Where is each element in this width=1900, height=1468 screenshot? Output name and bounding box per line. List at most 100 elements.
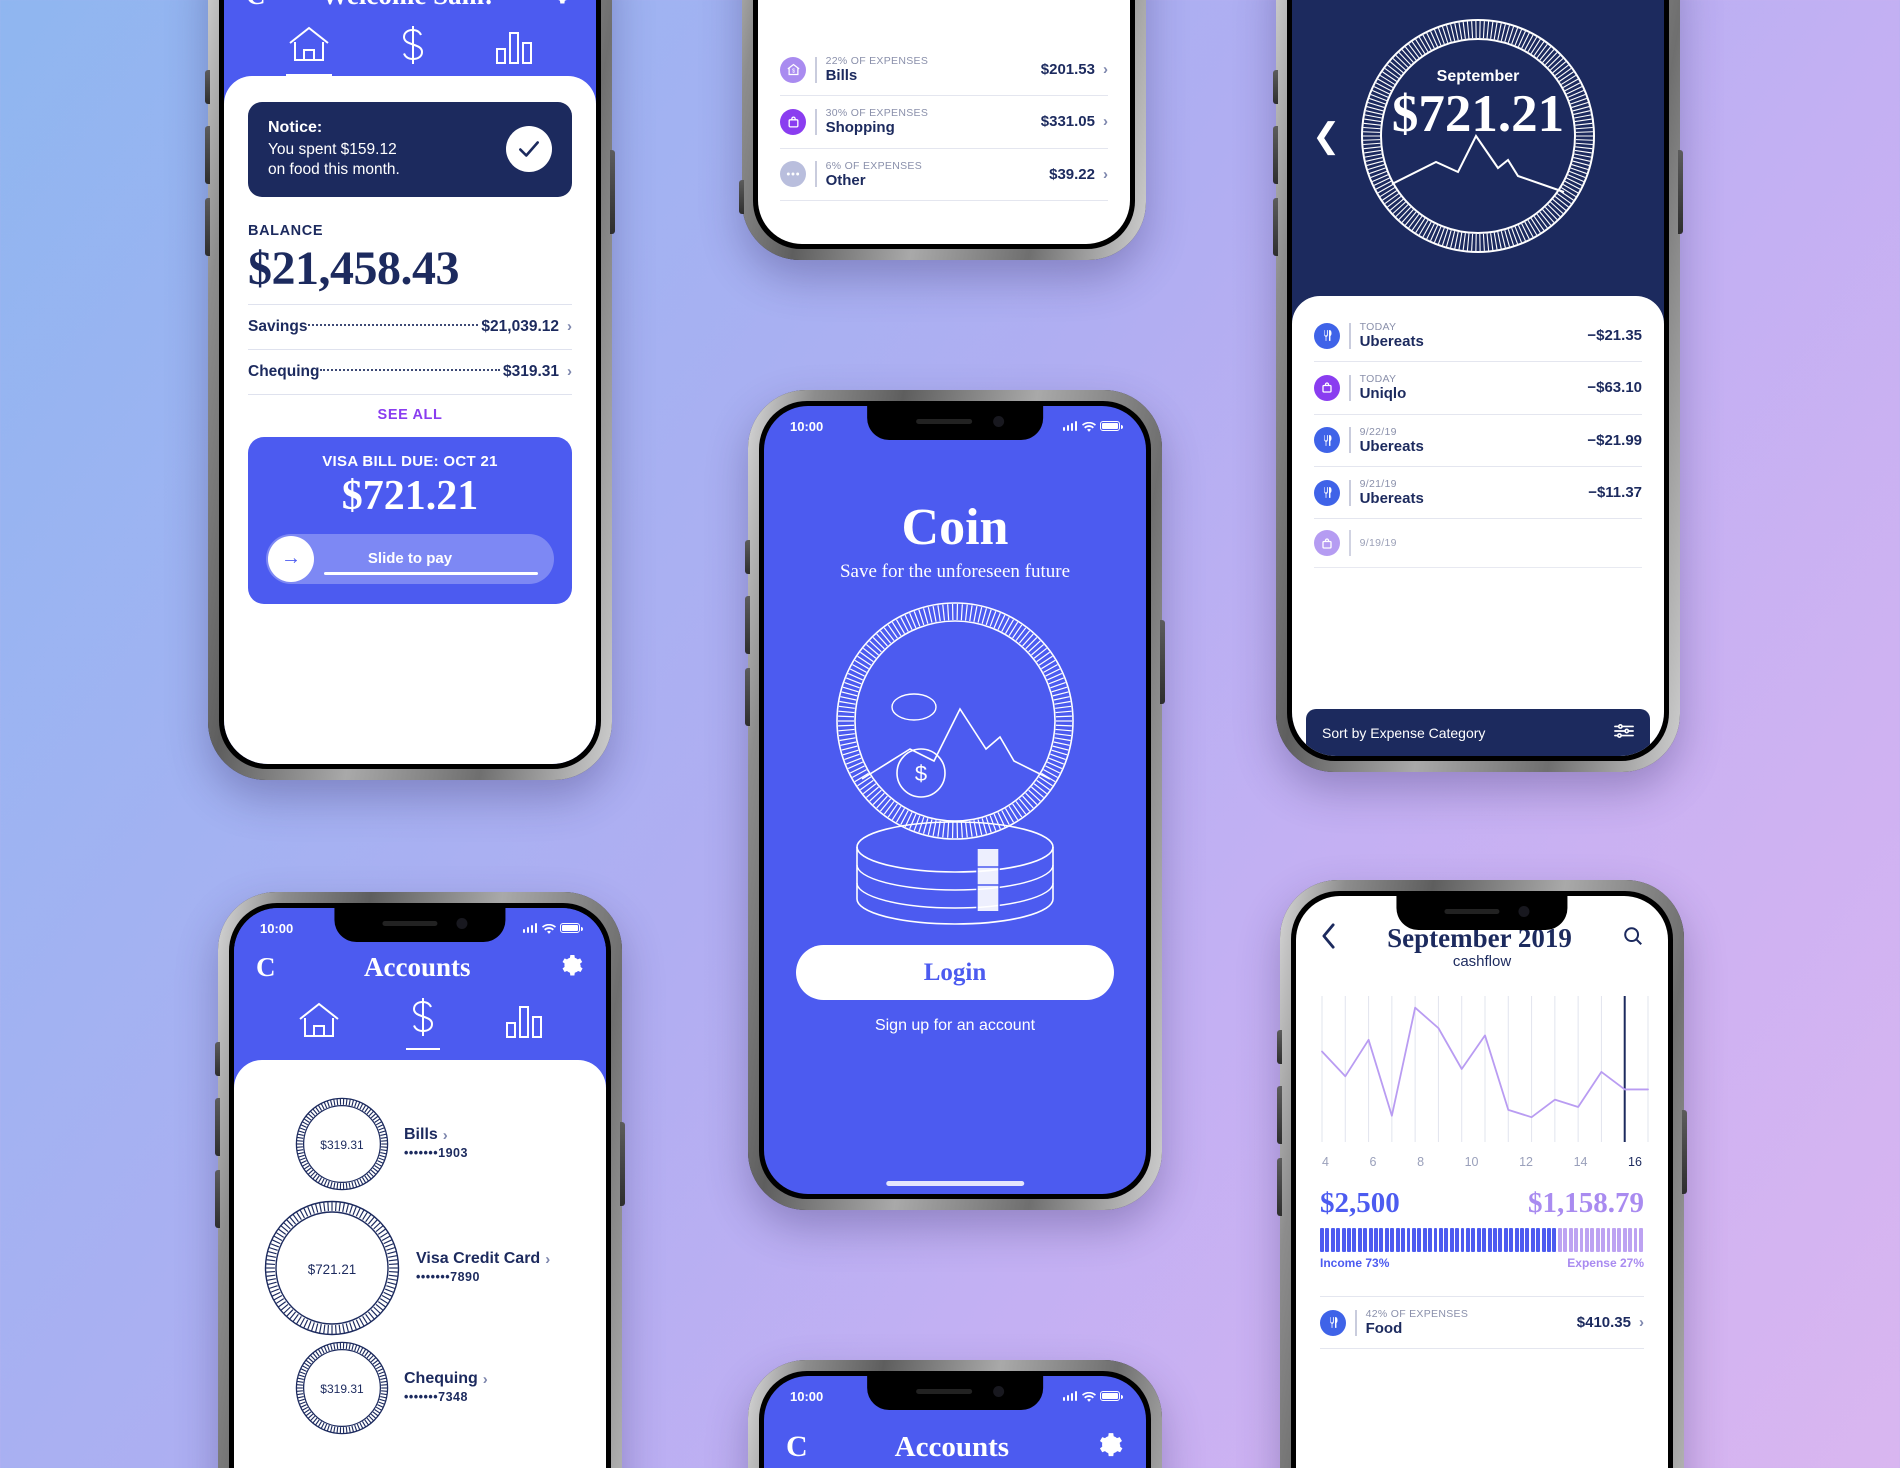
account-row-savings[interactable]: Savings $21,039.12 › [248,303,572,349]
power-button[interactable] [1160,620,1165,704]
divider [1349,530,1351,557]
filter-icon[interactable] [1614,723,1634,742]
mute-switch[interactable] [215,1042,220,1076]
account-number: •••••••7348 [404,1390,468,1404]
mute-switch[interactable] [739,180,744,214]
coin-illustration: $ [764,597,1146,927]
bar-tick [1606,1228,1611,1252]
expense-legend: Expense 27% [1567,1256,1644,1270]
list-item[interactable]: $319.31 Chequing › •••••••7348 [234,1340,606,1436]
bar-tick [1422,1228,1427,1252]
divider [1349,374,1351,401]
table-row[interactable]: 6% OF EXPENSES Other $39.22 › [780,149,1108,201]
app-logo[interactable]: C [786,1430,808,1464]
tab-accounts[interactable] [396,25,430,76]
account-amount: $319.31 [502,362,559,380]
mute-switch[interactable] [745,540,750,574]
expense-name: Bills [825,67,858,85]
sort-by-expense-category-button[interactable]: Sort by Expense Category [1306,709,1650,756]
bar-tick [1563,1228,1568,1252]
table-row[interactable]: TODAY Uniqlo −$63.10 [1314,362,1642,415]
bar-tick [1622,1228,1627,1252]
wifi-icon [1082,1391,1096,1402]
signup-link[interactable]: Sign up for an account [764,1017,1146,1035]
check-icon[interactable] [506,126,552,173]
gear-icon[interactable] [549,0,574,11]
mute-switch[interactable] [1273,70,1278,104]
tab-home[interactable] [286,25,332,76]
bar-tick [1325,1228,1330,1252]
tab-stats[interactable] [494,29,534,76]
divider [815,108,817,135]
slide-to-pay-slider[interactable]: → Slide to pay [266,533,554,584]
bar-tick [1525,1228,1530,1252]
volume-up-button[interactable] [205,126,210,184]
volume-up-button[interactable] [745,596,750,654]
chart-tick-label: 14 [1573,1155,1588,1169]
power-button[interactable] [1682,1110,1687,1194]
app-logo[interactable]: C [256,952,276,983]
battery-icon [560,923,583,933]
volume-down-button[interactable] [1273,198,1278,256]
notice-label: Notice: [268,119,323,136]
bar-tick [1590,1228,1595,1252]
home-indicator [886,1181,1024,1186]
power-button[interactable] [1678,150,1683,234]
volume-down-button[interactable] [205,198,210,256]
visa-due-amount: $721.21 [341,472,479,519]
chart-tick-label: 10 [1464,1155,1479,1169]
account-row-chequing[interactable]: Chequing $319.31 › [248,348,572,394]
notice-line-2: on food this month. [268,160,400,178]
transaction-date: 9/19/19 [1359,537,1397,550]
bar-tick [1395,1228,1400,1252]
chart-tick-label: 8 [1417,1155,1425,1169]
bar-tick [1347,1228,1351,1252]
tab-accounts[interactable] [406,997,440,1050]
notch [334,908,506,942]
shopping-icon [1314,530,1340,557]
mute-switch[interactable] [1277,1030,1282,1064]
table-row[interactable]: 9/22/19 Ubereats −$21.99 [1314,415,1642,467]
app-name: Coin [901,499,1009,556]
tab-home[interactable] [296,1001,342,1050]
power-button[interactable] [620,1122,625,1206]
table-row[interactable]: $ 22% OF EXPENSES Bills $201.53 › [780,44,1108,97]
bar-tick [1374,1228,1378,1252]
expense-amount: $201.53 [1040,61,1095,79]
expense-name: Shopping [825,119,895,137]
volume-up-button[interactable] [1277,1086,1282,1144]
bills-icon: $ [780,56,806,83]
table-row[interactable]: 42% OF EXPENSES Food $410.35 › [1320,1296,1644,1350]
phone-cashflow: 10:00 September 2019 cashflow 4681012141… [1277,880,1687,1468]
see-all-button[interactable]: SEE ALL [248,393,572,437]
bar-tick [1341,1228,1346,1252]
table-row[interactable]: 30% OF EXPENSES Shopping $331.05 › [780,96,1108,149]
power-button[interactable] [610,150,615,234]
bar-tick [1384,1228,1389,1252]
gear-icon[interactable] [559,953,584,983]
bar-tick [1357,1228,1362,1252]
list-item[interactable]: $721.21 Visa Credit Card › •••••••7890 [234,1198,606,1338]
visa-due-label: VISA BILL DUE: OCT 21 [322,452,498,470]
login-button[interactable]: Login [796,945,1114,1000]
table-row[interactable]: 9/19/19 [1314,519,1642,569]
page-title: Accounts [364,952,471,982]
table-row[interactable]: 9/21/19 Ubereats −$11.37 [1314,467,1642,520]
table-row[interactable]: TODAY Ubereats −$21.35 [1314,310,1642,363]
account-name: Visa Credit Card [416,1250,541,1267]
app-logo[interactable]: C [246,0,266,11]
bar-tick [1460,1228,1465,1252]
volume-down-button[interactable] [215,1170,220,1228]
list-item[interactable]: $319.31 Bills › •••••••1903 [234,1096,606,1192]
volume-down-button[interactable] [745,668,750,726]
volume-down-button[interactable] [1277,1158,1282,1216]
mute-switch[interactable] [205,70,210,104]
tab-stats[interactable] [504,1003,544,1050]
food-icon [1320,1309,1346,1336]
transaction-amount: −$11.37 [1588,484,1642,502]
phone-login: 10:00 Coin Save for the unforeseen futur… [745,390,1165,1210]
volume-up-button[interactable] [1273,126,1278,184]
gear-icon[interactable] [1096,1431,1124,1464]
volume-up-button[interactable] [215,1098,220,1156]
slider-track [324,571,538,575]
